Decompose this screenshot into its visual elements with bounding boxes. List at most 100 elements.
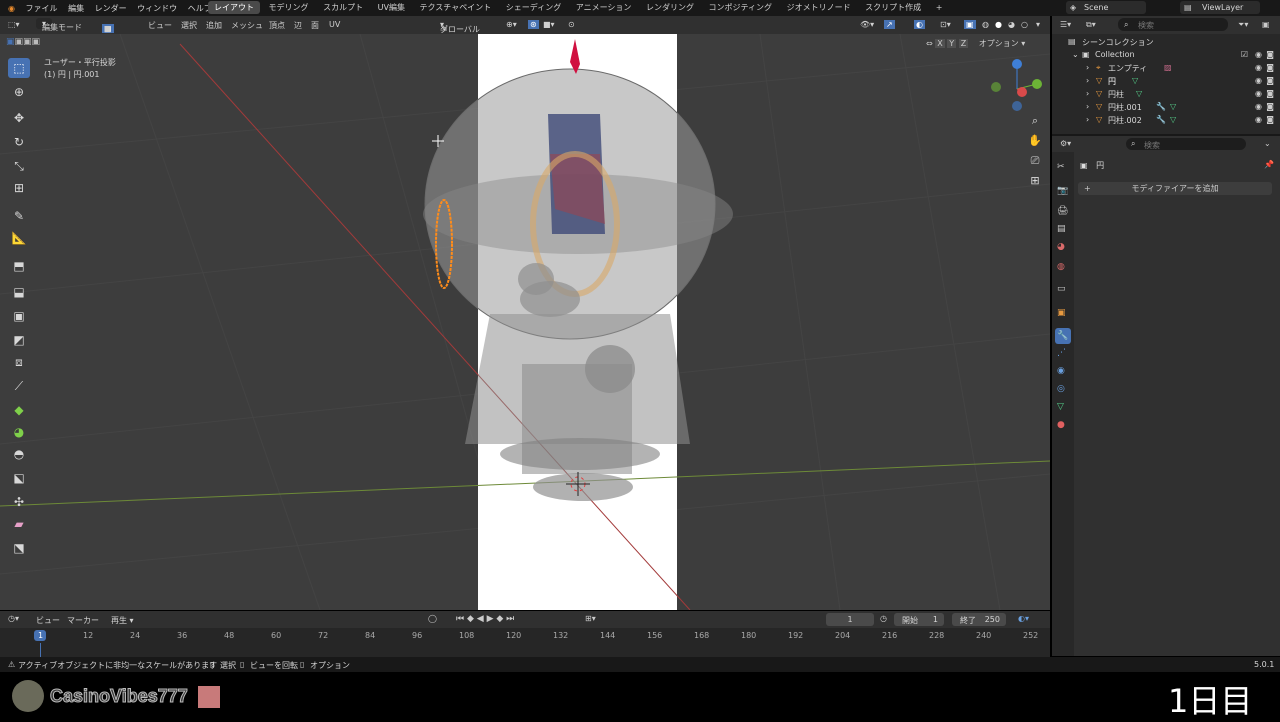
edge-slide-tool-icon[interactable]: ⬕ xyxy=(8,468,30,488)
smooth-tool-icon[interactable]: ◓ xyxy=(8,444,30,464)
spin-tool-icon[interactable]: ◕ xyxy=(8,422,30,442)
shading-material-icon[interactable]: ◕ xyxy=(1008,20,1015,29)
pan-hand-icon[interactable]: ✋ xyxy=(1026,134,1044,154)
visibility-eye-icon[interactable]: ◉ xyxy=(1255,102,1262,111)
viewlayer-selector[interactable]: ▤ ViewLayer xyxy=(1180,1,1260,14)
visibility-eye-icon[interactable]: ◉ xyxy=(1255,76,1262,85)
expand-chevron-icon[interactable]: › xyxy=(1086,76,1089,85)
menu-mesh[interactable]: メッシュ xyxy=(231,20,263,31)
timeline-menu-marker[interactable]: マーカー xyxy=(67,615,99,626)
timeline-menu-playback[interactable]: 再生 ▾ xyxy=(111,615,134,626)
tab-scripting[interactable]: スクリプト作成 xyxy=(859,1,927,14)
add-modifier-button[interactable]: + モディファイアーを追加 xyxy=(1078,182,1272,195)
render-camera-icon[interactable]: ◙ xyxy=(1266,115,1274,124)
mirror-icon[interactable]: ⇔ xyxy=(926,39,933,48)
auto-keying-icon[interactable]: ◯ xyxy=(428,614,437,623)
clock-icon[interactable]: ◷ xyxy=(880,614,887,623)
select-box-tool-icon[interactable]: ⬚ xyxy=(8,58,30,78)
select-subtract-icon[interactable]: ▣ xyxy=(23,37,32,47)
menu-window[interactable]: ウィンドウ xyxy=(133,3,181,14)
visibility-eye-icon[interactable]: ◉ xyxy=(1255,89,1262,98)
constraints-tab-icon[interactable]: ◎ xyxy=(1057,384,1065,394)
gizmo-toggle-icon[interactable]: ↗ xyxy=(884,20,895,29)
end-frame-field[interactable]: 終了 250 xyxy=(952,613,1006,626)
scene-collection-row[interactable]: ▤ シーンコレクション xyxy=(1052,37,1280,50)
tool-tab-icon[interactable]: ✂ xyxy=(1057,162,1065,172)
collection-tab-icon[interactable]: ▭ xyxy=(1057,284,1066,294)
world-tab-icon[interactable]: ◍ xyxy=(1057,262,1065,272)
menu-view[interactable]: ビュー xyxy=(148,20,172,31)
filter-icon[interactable]: ⏷▾ xyxy=(1238,20,1248,30)
shear-tool-icon[interactable]: ▰ xyxy=(8,514,30,534)
menu-uv[interactable]: UV xyxy=(329,20,340,29)
transform-tool-icon[interactable]: ⊞ xyxy=(8,178,30,198)
scene-tab-icon[interactable]: ◕ xyxy=(1057,242,1065,252)
particles-tab-icon[interactable]: ⋰ xyxy=(1057,348,1066,358)
tab-animation[interactable]: アニメーション xyxy=(570,1,638,14)
play-reverse-icon[interactable]: ◀ xyxy=(477,614,484,624)
play-icon[interactable]: ▶ xyxy=(487,614,494,624)
expand-chevron-icon[interactable]: › xyxy=(1086,89,1089,98)
collection-row[interactable]: ⌄ ▣ Collection ☑ ◉ ◙ xyxy=(1052,50,1280,63)
render-camera-icon[interactable]: ◙ xyxy=(1266,89,1274,98)
view-layer-tab-icon[interactable]: ▤ xyxy=(1057,224,1066,234)
navigation-gizmo[interactable] xyxy=(991,59,1042,111)
tab-modeling[interactable]: モデリング xyxy=(263,1,315,14)
rotate-tool-icon[interactable]: ↻ xyxy=(8,132,30,152)
select-new-icon[interactable]: ▣ xyxy=(6,37,15,47)
expand-chevron-icon[interactable]: › xyxy=(1086,115,1089,124)
timeline-ruler[interactable]: 1 12 24 36 48 60 72 84 96 108 120 132 144 156 168 180 19… xyxy=(0,629,1050,643)
properties-editor-icon[interactable]: ⚙▾ xyxy=(1060,139,1071,148)
snap-icon[interactable]: ⊛ xyxy=(528,20,539,29)
poly-build-tool-icon[interactable]: ◆ xyxy=(8,400,30,420)
inset-tool-icon[interactable]: ▣ xyxy=(8,306,30,326)
data-tab-icon[interactable]: ▽ xyxy=(1057,402,1064,412)
visibility-eye-icon[interactable]: ◉ xyxy=(1255,50,1262,59)
tab-uv-editing[interactable]: UV編集 xyxy=(372,1,411,14)
visibility-eye-icon[interactable]: ◉ xyxy=(1255,115,1262,124)
pin-icon[interactable]: 📌 xyxy=(1264,160,1274,169)
scale-tool-icon[interactable]: ⤡ xyxy=(8,156,30,176)
keying-set-icon[interactable]: ⊞▾ xyxy=(585,614,596,623)
camera-view-icon[interactable]: ⎚ xyxy=(1026,154,1044,174)
outliner-item-circle[interactable]: › ▽ 円 ▽ ◉ ◙ xyxy=(1052,76,1280,89)
shading-wireframe-icon[interactable]: ◍ xyxy=(982,20,989,29)
checkbox-icon[interactable]: ☑ xyxy=(1241,50,1248,59)
prev-keyframe-icon[interactable]: ◆ xyxy=(467,614,474,624)
mirror-x-toggle[interactable]: X xyxy=(935,39,945,48)
overlay-toggle-icon[interactable]: ◐ xyxy=(914,20,925,29)
annotate-tool-icon[interactable]: ✎ xyxy=(8,206,30,226)
menu-add[interactable]: 追加 xyxy=(206,20,222,31)
outliner-item-cylinder-001[interactable]: › ▽ 円柱.001 🔧 ▽ ◉ ◙ xyxy=(1052,102,1280,115)
scene-selector[interactable]: ◈ Scene xyxy=(1066,1,1146,14)
render-camera-icon[interactable]: ◙ xyxy=(1266,63,1274,72)
extrude-tool-icon[interactable]: ⬓ xyxy=(8,282,30,302)
3d-viewport[interactable]: ユーザー・平行投影 (1) 円 | 円.001 ⇔ X Y Z オプション ▾ … xyxy=(0,34,1050,610)
proportional-edit-icon[interactable]: ⊙ xyxy=(568,20,575,29)
mesh-overlay-icon[interactable]: ⊡▾ xyxy=(940,20,951,29)
next-keyframe-icon[interactable]: ◆ xyxy=(496,614,503,624)
measure-tool-icon[interactable]: 📐 xyxy=(8,228,30,248)
tab-texture-paint[interactable]: テクスチャペイント xyxy=(414,1,498,14)
menu-select[interactable]: 選択 xyxy=(181,20,197,31)
tab-layout[interactable]: レイアウト xyxy=(208,1,260,14)
shrink-fatten-tool-icon[interactable]: ✣ xyxy=(8,492,30,512)
xray-toggle-icon[interactable]: ▣ xyxy=(964,20,976,29)
face-select-icon[interactable]: ◼ xyxy=(102,24,113,33)
menu-render[interactable]: レンダー xyxy=(91,3,131,14)
transform-orientation-selector[interactable]: ⇲ グローバル ▾ xyxy=(440,20,480,34)
tab-sculpt[interactable]: スカルプト xyxy=(317,1,369,14)
blender-logo-icon[interactable]: ◉ xyxy=(4,4,19,13)
perspective-toggle-icon[interactable]: ⊞ xyxy=(1026,174,1044,194)
properties-options-icon[interactable]: ⌄ xyxy=(1264,139,1271,148)
tab-shading[interactable]: シェーディング xyxy=(500,1,567,14)
selection-box-modes[interactable]: ▣▣▣▣ xyxy=(6,37,40,47)
rip-tool-icon[interactable]: ⬔ xyxy=(8,538,30,558)
current-frame-field[interactable]: 1 xyxy=(826,613,874,626)
knife-tool-icon[interactable]: ⟋ xyxy=(8,376,30,396)
render-tab-icon[interactable]: 📷 xyxy=(1057,186,1068,196)
visibility-eye-icon[interactable]: ◉ xyxy=(1255,63,1262,72)
render-camera-icon[interactable]: ◙ xyxy=(1266,76,1274,85)
tab-geometry-nodes[interactable]: ジオメトリノード xyxy=(781,1,857,14)
move-tool-icon[interactable]: ✥ xyxy=(8,108,30,128)
